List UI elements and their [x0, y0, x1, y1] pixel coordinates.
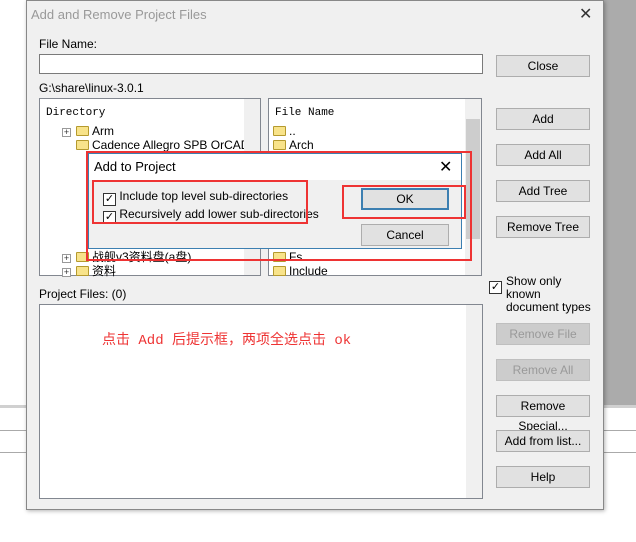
tree-item-label: Cadence Allegro SPB OrCAD 1: [92, 138, 260, 152]
close-button[interactable]: Close: [496, 55, 590, 77]
remove-file-button[interactable]: Remove File: [496, 323, 590, 345]
file-name-label: File Name:: [39, 37, 98, 51]
remove-special-button[interactable]: Remove Special...: [496, 395, 590, 433]
show-known-label: document types: [506, 300, 591, 314]
file-item-label: Include: [289, 264, 328, 278]
expand-icon[interactable]: +: [62, 268, 71, 277]
tree-item[interactable]: + Arm: [62, 124, 114, 138]
project-files-label: Project Files: (0): [39, 287, 127, 301]
file-item[interactable]: ..: [273, 124, 296, 138]
background-window: [604, 0, 636, 405]
folder-icon: [76, 266, 89, 276]
expand-icon[interactable]: +: [62, 128, 71, 137]
annotation-text: 点击 Add 后提示框，两项全选点击 ok: [102, 333, 352, 349]
add-all-button[interactable]: Add All: [496, 144, 590, 166]
add-button[interactable]: Add: [496, 108, 590, 130]
file-name-input[interactable]: [39, 54, 483, 74]
parent-folder-icon: [273, 126, 286, 136]
file-header: File Name: [275, 107, 335, 119]
folder-icon: [273, 266, 286, 276]
file-item-label: ..: [289, 124, 296, 138]
help-button[interactable]: Help: [496, 466, 590, 488]
tree-item-label: Arm: [92, 124, 114, 138]
dialog-title: Add and Remove Project Files: [31, 7, 207, 22]
file-item[interactable]: Arch: [273, 138, 314, 152]
file-item-label: Arch: [289, 138, 314, 152]
close-icon[interactable]: ✕: [579, 4, 592, 24]
annotation-highlight: [92, 180, 308, 224]
remove-all-button[interactable]: Remove All: [496, 359, 590, 381]
expand-icon[interactable]: +: [62, 254, 71, 263]
tree-item[interactable]: Cadence Allegro SPB OrCAD 1: [76, 138, 259, 152]
tree-item-label: 资料: [92, 264, 117, 278]
current-path: G:\share\linux-3.0.1: [39, 81, 144, 95]
add-tree-button[interactable]: Add Tree: [496, 180, 590, 202]
project-files-scrollbar[interactable]: [466, 305, 482, 498]
add-from-list-button[interactable]: Add from list...: [496, 430, 590, 452]
show-known-label: Show only known: [506, 274, 562, 301]
show-known-checkbox[interactable]: ✓ Show only known document types: [489, 275, 599, 314]
folder-icon: [76, 126, 89, 136]
folder-icon: [76, 140, 89, 150]
directory-header: Directory: [46, 107, 106, 119]
file-item[interactable]: Include: [273, 264, 328, 278]
tree-item[interactable]: + 资料: [62, 264, 116, 278]
annotation-highlight: [342, 185, 466, 219]
folder-icon: [273, 140, 286, 150]
checkbox-checked-icon[interactable]: ✓: [489, 281, 502, 294]
remove-tree-button[interactable]: Remove Tree: [496, 216, 590, 238]
